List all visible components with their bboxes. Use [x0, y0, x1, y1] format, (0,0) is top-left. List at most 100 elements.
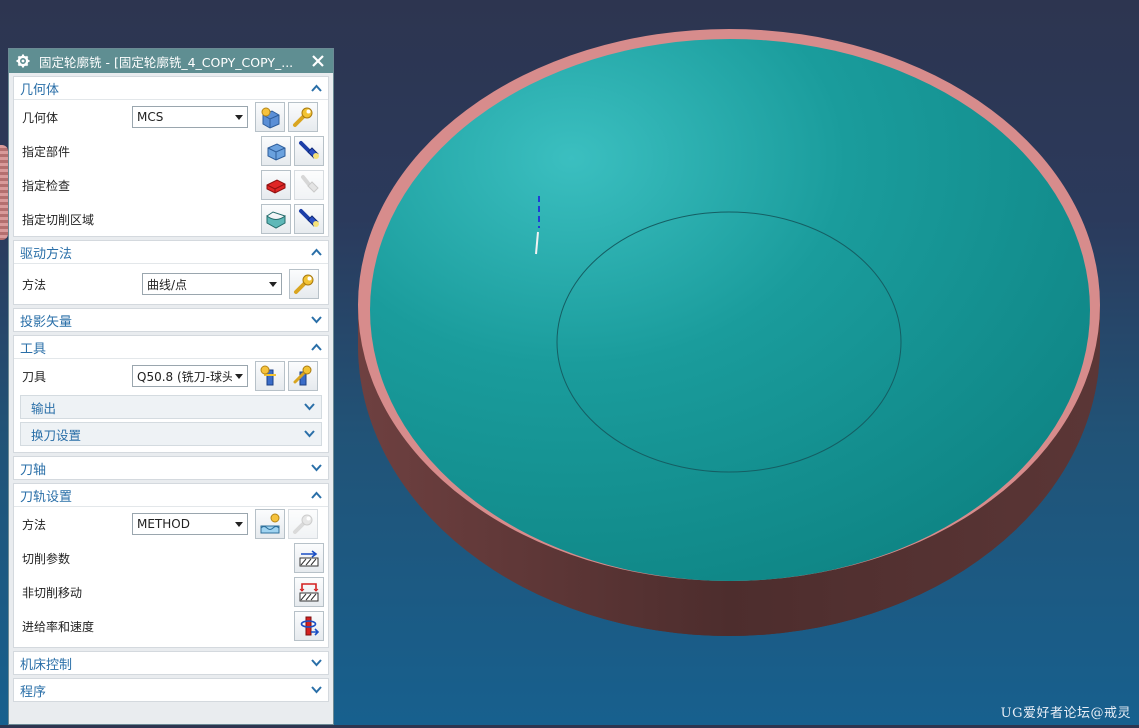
- tool-change-subgroup[interactable]: 换刀设置: [20, 422, 322, 446]
- chevron-up-icon[interactable]: [310, 489, 322, 501]
- feeds-speeds-button[interactable]: [294, 611, 324, 641]
- bowl-surface: [370, 39, 1090, 581]
- drive-method-row: 方法 曲线/点: [14, 264, 328, 304]
- tool-row: 刀具 Q50.8 (铣刀-球头: [14, 359, 328, 393]
- tool-label: 刀具: [22, 369, 47, 384]
- part-body-icon: [267, 143, 286, 161]
- projection-vector-group-header[interactable]: 投影矢量: [14, 309, 328, 331]
- edit-tool-icon: [293, 365, 312, 386]
- specify-check-label: 指定检查: [22, 178, 71, 193]
- tool-select-value: Q50.8 (铣刀-球头: [137, 369, 232, 384]
- chevron-down-icon[interactable]: [310, 657, 322, 669]
- path-method-select[interactable]: METHOD: [132, 513, 248, 535]
- geometry-group-header[interactable]: 几何体: [14, 77, 328, 100]
- tool-axis-group-title: 刀轴: [20, 462, 47, 478]
- dialog-title: 固定轮廓铣 - [固定轮廓铣_4_COPY_COPY_...: [39, 54, 294, 70]
- new-tool-icon: [260, 365, 276, 386]
- cut-area-icon: [266, 211, 286, 229]
- edit-drive-method-button[interactable]: [289, 269, 319, 299]
- drive-method-select[interactable]: 曲线/点: [142, 273, 282, 295]
- feeds-speeds-label: 进给率和速度: [22, 619, 95, 634]
- new-method-icon: [260, 513, 280, 534]
- tool-axis-group: 刀轴: [13, 456, 329, 480]
- tool-change-subgroup-title: 换刀设置: [31, 427, 82, 443]
- program-group: 程序: [13, 678, 329, 702]
- new-method-button[interactable]: [255, 509, 285, 539]
- dialog-titlebar[interactable]: 固定轮廓铣 - [固定轮廓铣_4_COPY_COPY_...: [9, 49, 333, 73]
- path-method-select-value: METHOD: [137, 517, 190, 531]
- machine-control-group-header[interactable]: 机床控制: [14, 652, 328, 674]
- machine-control-group-title: 机床控制: [20, 657, 73, 673]
- new-tool-button[interactable]: [255, 361, 285, 391]
- specify-cut-area-label: 指定切削区域: [22, 212, 95, 227]
- geometry-label: 几何体: [22, 110, 59, 125]
- tool-group-header[interactable]: 工具: [14, 336, 328, 359]
- path-method-row: 方法 METHOD: [14, 507, 328, 541]
- path-settings-group: 刀轨设置 方法 METHOD 切削参数 非切削移动 进给率和速度: [13, 483, 329, 648]
- path-settings-group-title: 刀轨设置: [20, 489, 73, 505]
- output-subgroup-title: 输出: [31, 400, 57, 416]
- chevron-down-icon[interactable]: [310, 462, 322, 474]
- forum-watermark: UG爱好者论坛@戒灵: [1000, 706, 1131, 721]
- path-settings-group-header[interactable]: 刀轨设置: [14, 484, 328, 507]
- new-geometry-icon: [261, 107, 280, 129]
- chevron-up-icon[interactable]: [310, 246, 322, 258]
- display-part-button[interactable]: [294, 136, 324, 166]
- specify-check-row: 指定检查: [14, 168, 328, 202]
- fixed-contour-mill-dialog: 固定轮廓铣 - [固定轮廓铣_4_COPY_COPY_... 几何体 几何体 M…: [8, 48, 334, 725]
- display-cut-area-button[interactable]: [294, 204, 324, 234]
- drive-method-group: 驱动方法 方法 曲线/点: [13, 240, 329, 305]
- tool-axis-group-header[interactable]: 刀轴: [14, 457, 328, 479]
- drive-method-select-value: 曲线/点: [147, 277, 188, 292]
- specify-part-label: 指定部件: [22, 144, 71, 159]
- select-check-button[interactable]: [261, 170, 291, 200]
- flashlight-disabled-icon: [301, 175, 319, 193]
- dropdown-arrow-icon: [235, 372, 243, 380]
- chevron-down-icon[interactable]: [303, 428, 315, 440]
- geometry-row: 几何体 MCS: [14, 100, 328, 134]
- drive-method-group-header[interactable]: 驱动方法: [14, 241, 328, 264]
- drive-method-label: 方法: [22, 277, 47, 292]
- chevron-down-icon[interactable]: [303, 401, 315, 413]
- select-part-button[interactable]: [261, 136, 291, 166]
- edit-geometry-button[interactable]: [288, 102, 318, 132]
- display-check-button[interactable]: [294, 170, 324, 200]
- chevron-down-icon[interactable]: [310, 684, 322, 696]
- wrench-icon: [293, 107, 313, 127]
- edit-tool-button[interactable]: [288, 361, 318, 391]
- cutting-params-row: 切削参数: [14, 541, 328, 575]
- flashlight-icon: [299, 141, 319, 159]
- dropdown-arrow-icon: [235, 113, 243, 121]
- non-cutting-button[interactable]: [294, 577, 324, 607]
- wrench-disabled-icon: [293, 514, 313, 534]
- drive-method-group-title: 驱动方法: [20, 246, 73, 262]
- tool-select[interactable]: Q50.8 (铣刀-球头: [132, 365, 248, 387]
- path-method-label: 方法: [22, 517, 47, 532]
- non-cutting-icon: [299, 583, 319, 602]
- non-cutting-row: 非切削移动: [14, 575, 328, 609]
- select-cut-area-button[interactable]: [261, 204, 291, 234]
- flashlight-icon: [299, 209, 319, 227]
- gear-icon: [15, 53, 31, 69]
- cutting-params-button[interactable]: [294, 543, 324, 573]
- cutting-params-label: 切削参数: [22, 551, 71, 566]
- program-group-header[interactable]: 程序: [14, 679, 328, 701]
- machine-control-group: 机床控制: [13, 651, 329, 675]
- edit-method-button[interactable]: [288, 509, 318, 539]
- chevron-down-icon[interactable]: [310, 314, 322, 326]
- feeds-speeds-icon: [300, 616, 320, 636]
- cutting-params-icon: [299, 550, 319, 567]
- dropdown-arrow-icon: [269, 280, 277, 288]
- program-group-title: 程序: [20, 684, 47, 700]
- projection-vector-group-title: 投影矢量: [20, 314, 73, 330]
- output-subgroup[interactable]: 输出: [20, 395, 322, 419]
- chevron-up-icon[interactable]: [310, 341, 322, 353]
- geometry-group-title: 几何体: [20, 82, 60, 98]
- geometry-select[interactable]: MCS: [132, 106, 248, 128]
- adjacent-part-edge: [0, 145, 8, 240]
- new-geometry-button[interactable]: [255, 102, 285, 132]
- close-icon[interactable]: [309, 52, 327, 70]
- chevron-up-icon[interactable]: [310, 82, 322, 94]
- geometry-select-value: MCS: [137, 110, 164, 124]
- tool-group: 工具 刀具 Q50.8 (铣刀-球头 输出 换刀设置: [13, 335, 329, 453]
